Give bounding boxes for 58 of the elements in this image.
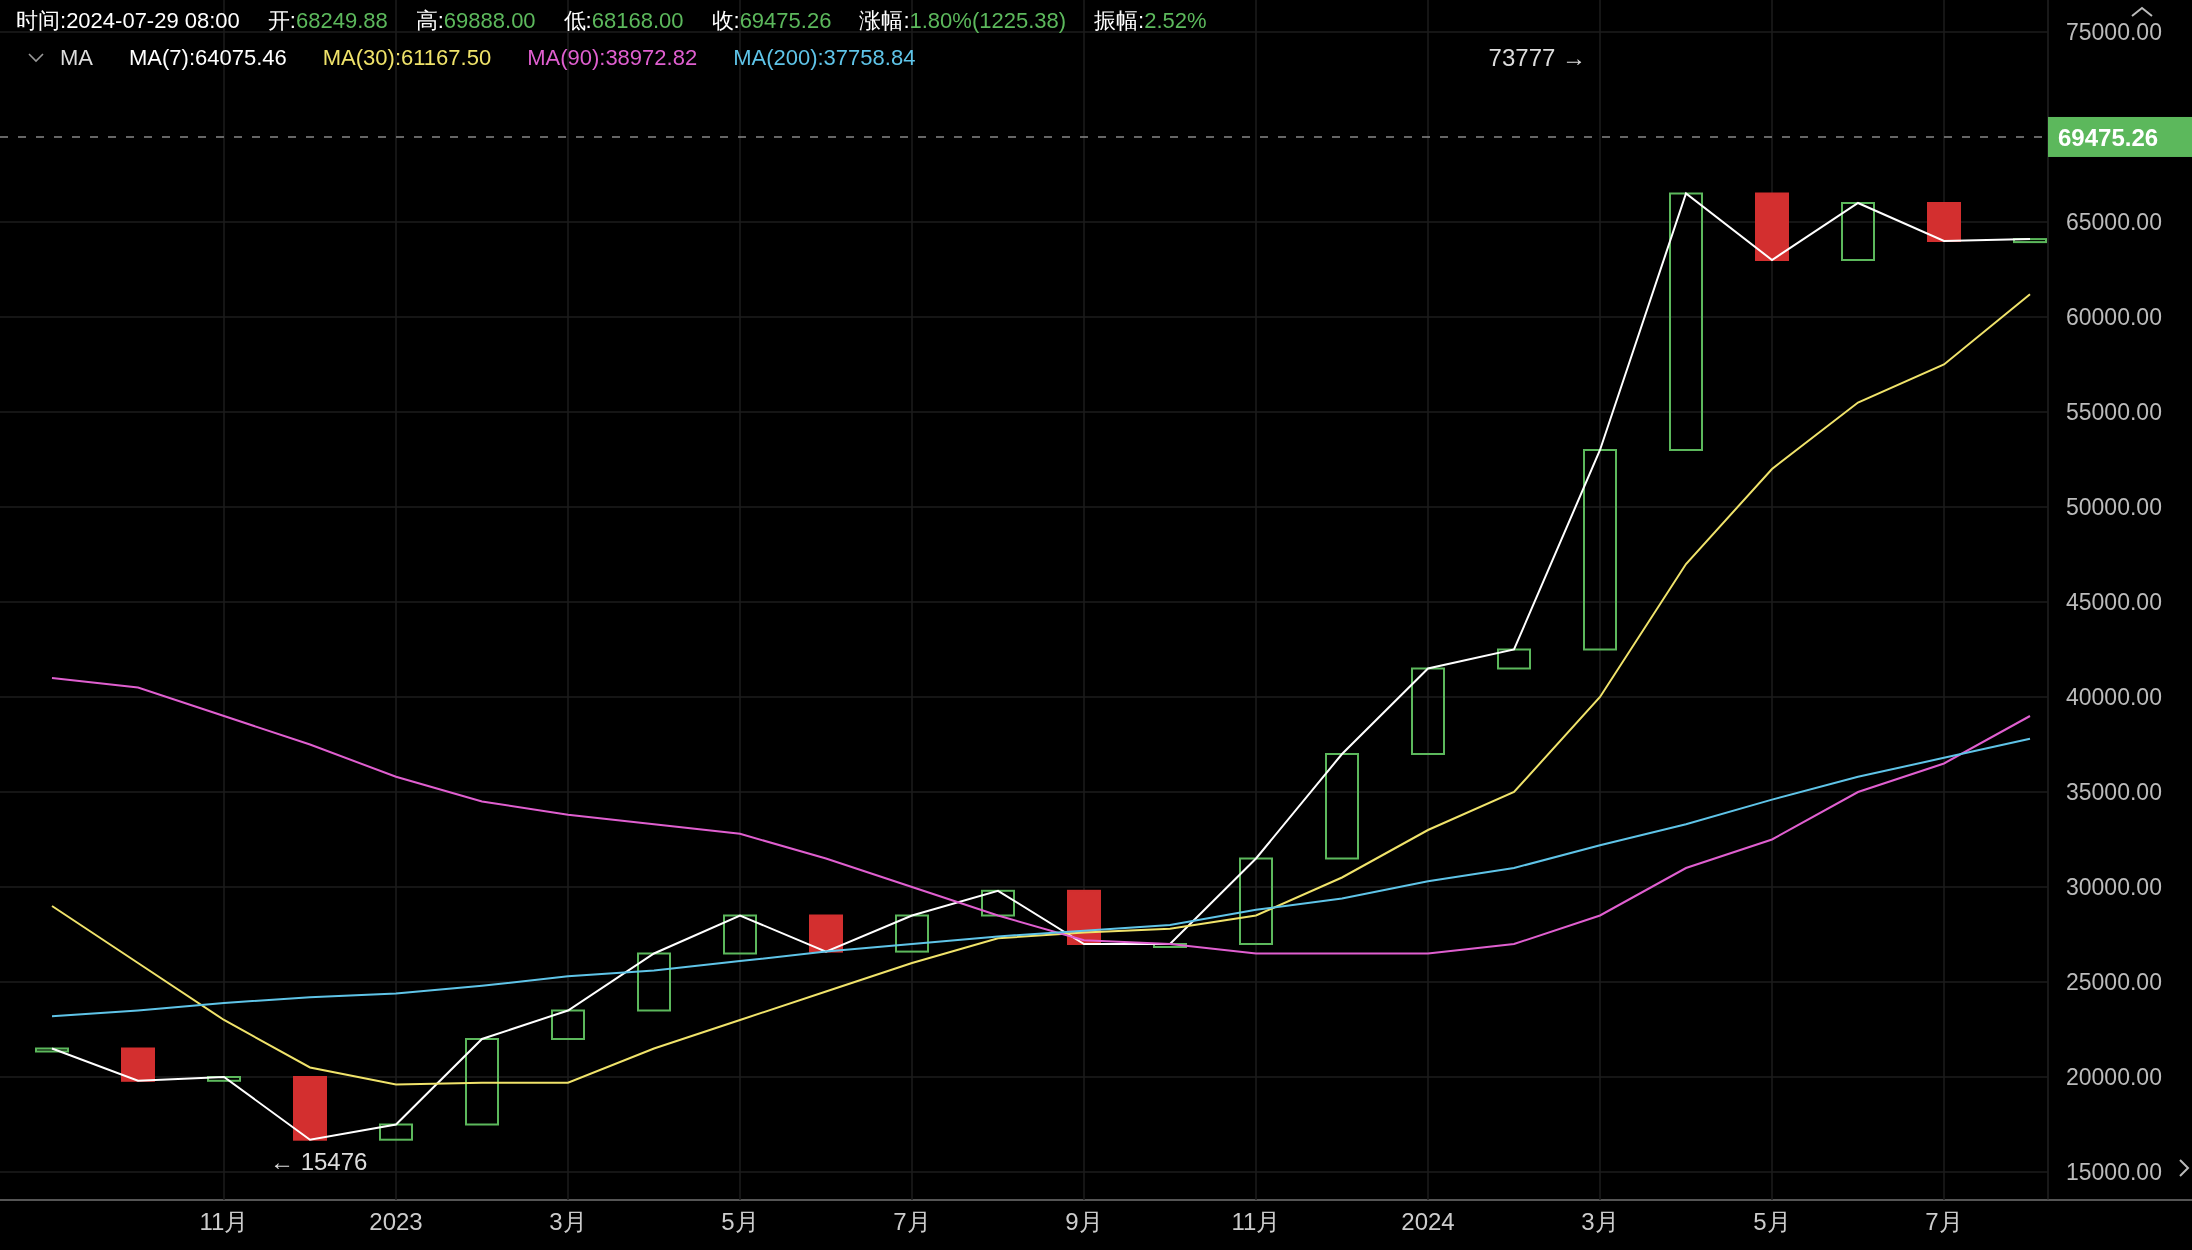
y-axis-label: 15000.00: [2066, 1159, 2162, 1185]
y-axis-label: 60000.00: [2066, 304, 2162, 330]
x-axis-label: 3月: [549, 1208, 587, 1235]
candlestick: [981, 889, 1015, 917]
indicator-value: MA(30):61167.50: [322, 44, 492, 72]
y-axis-label: 30000.00: [2066, 874, 2162, 900]
y-axis-label: 50000.00: [2066, 494, 2162, 520]
x-axis-label: 11月: [199, 1208, 249, 1235]
chevron-icon[interactable]: [28, 52, 44, 63]
candlestick: [637, 952, 671, 1012]
quote-field: 收:69475.26: [711, 4, 832, 37]
indicator-value: MA(7):64075.46: [129, 44, 287, 72]
y-axis-label: 20000.00: [2066, 1064, 2162, 1090]
candlestick: [1927, 202, 1961, 242]
x-axis-label: 5月: [721, 1208, 759, 1235]
quote-field: 高:69888.00: [415, 4, 536, 37]
candlestick: [121, 1047, 155, 1082]
indicator-value: MA(90):38972.82: [527, 44, 698, 72]
indicator-value: MA(200):37758.84: [733, 44, 916, 72]
scroll-up-icon[interactable]: [2131, 6, 2153, 17]
quote-field: 开:68249.88: [267, 4, 388, 37]
quote-field: 涨幅:1.80%(1225.38): [859, 4, 1067, 37]
x-axis-label: 2024: [1401, 1208, 1455, 1235]
high-price-label: 73777 →: [1488, 44, 1586, 71]
y-axis-label: 45000.00: [2066, 589, 2162, 615]
candlestick: [551, 1009, 585, 1040]
y-axis-label: 75000.00: [2066, 19, 2162, 45]
x-axis-label: 11月: [1231, 1208, 1281, 1235]
candlestick: [895, 914, 929, 953]
price-tag-text: 69475.26: [2058, 123, 2159, 151]
candlestick: [35, 1047, 69, 1053]
candlestick: [1153, 943, 1187, 948]
candlestick: [379, 1123, 413, 1141]
candlestick: [1841, 202, 1875, 261]
x-axis-label: 2023: [369, 1208, 423, 1235]
x-axis-label: 3月: [1581, 1208, 1619, 1235]
y-axis-label: 25000.00: [2066, 969, 2162, 995]
y-axis-label: 35000.00: [2066, 779, 2162, 805]
candlestick: [1755, 192, 1789, 261]
candlestick: [2013, 238, 2047, 244]
x-axis-label: 5月: [1753, 1208, 1791, 1235]
candlestick: [723, 914, 757, 955]
quote-field: 时间:2024-07-29 08:00: [16, 4, 240, 37]
candlestick: [207, 1076, 241, 1082]
y-axis-label: 55000.00: [2066, 399, 2162, 425]
candlestick: [1497, 648, 1531, 670]
x-axis-label: 7月: [1925, 1208, 1963, 1235]
quote-field: 振幅:2.52%: [1094, 4, 1207, 37]
x-axis-label: 7月: [893, 1208, 931, 1235]
y-axis-label: 65000.00: [2066, 209, 2162, 235]
candlestick: [809, 914, 843, 953]
quote-field: 低:68168.00: [563, 4, 684, 37]
low-price-label: ← 15476: [270, 1148, 368, 1175]
x-axis-label: 9月: [1065, 1208, 1103, 1235]
y-axis-label: 40000.00: [2066, 684, 2162, 710]
scroll-right-icon[interactable]: [2179, 1159, 2190, 1177]
candlestick: [293, 1076, 327, 1141]
indicator-name[interactable]: MA: [60, 41, 93, 74]
